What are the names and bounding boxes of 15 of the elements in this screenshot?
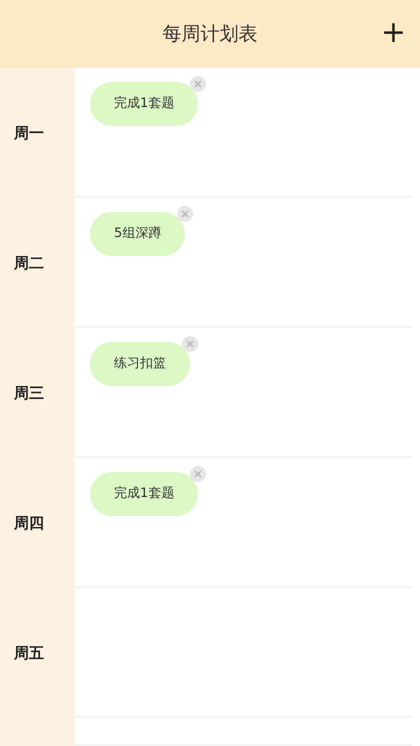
page-title: 每周计划表 (162, 22, 258, 47)
task-chip[interactable]: 完成1套题 (90, 82, 198, 126)
close-icon[interactable] (177, 206, 194, 222)
add-button[interactable]: + (376, 14, 410, 52)
day-label: 周二 (14, 254, 44, 272)
task-chip[interactable]: 完成1套题 (90, 472, 198, 516)
day-label: 周四 (14, 514, 44, 532)
close-icon[interactable] (182, 336, 198, 352)
close-icon[interactable] (190, 76, 206, 92)
close-icon[interactable] (190, 466, 206, 482)
day-label: 周一 (14, 124, 44, 142)
task-chip[interactable]: 练习扣篮 (90, 342, 190, 386)
day-label: 周五 (14, 644, 44, 662)
day-label: 周三 (14, 384, 44, 402)
task-chip[interactable]: 5组深蹲 (90, 212, 186, 256)
